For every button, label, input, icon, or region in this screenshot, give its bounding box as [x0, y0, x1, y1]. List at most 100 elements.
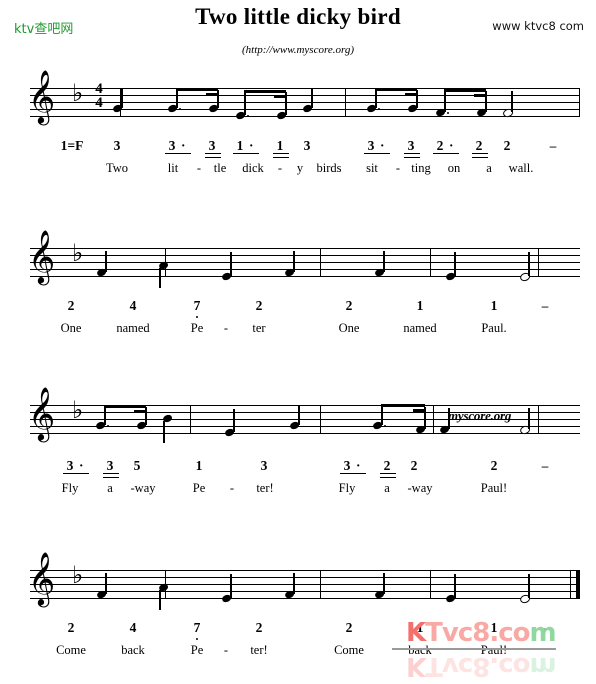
jianpu-low-octave-dot: [195, 316, 199, 319]
jianpu-augmentation-dot: ·: [249, 138, 254, 153]
treble-clef-icon: 𝄞: [28, 551, 56, 605]
beam: [474, 94, 486, 97]
jianpu-number: 2: [345, 620, 353, 635]
barline: [579, 88, 580, 117]
barline: [433, 405, 434, 434]
jianpu-number: 2: [345, 298, 353, 313]
lyric-syllable: One: [338, 321, 360, 335]
jianpu-beam-underline: [404, 153, 420, 155]
lyric-syllable: Fly: [61, 481, 79, 495]
lyric-row-1: Two lit - tle dick - y birds sit - ting on a wall.: [0, 161, 596, 181]
jianpu-augmentation-dot: ·: [356, 458, 361, 473]
ktvc8-watermark-part2: Tvc8.co: [425, 618, 530, 648]
jianpu-number: 2: [255, 298, 263, 313]
jianpu-number: 2: [490, 458, 498, 473]
lyric-syllable: named: [116, 321, 150, 335]
lyric-syllable: -: [229, 481, 235, 495]
jianpu-number: 2: [410, 458, 418, 473]
ktvc8-watermark-part1: K: [406, 618, 426, 648]
jianpu-number: 1=F: [60, 138, 84, 153]
jianpu-number: 3: [208, 138, 216, 153]
beam: [444, 89, 486, 93]
jianpu-beam-underline: [380, 473, 396, 475]
staff-3: 𝄞 ♭ myscore.org: [28, 390, 580, 443]
beam: [206, 93, 218, 96]
lyric-syllable: a: [107, 481, 113, 495]
jianpu-number: 1: [236, 138, 244, 153]
barline: [430, 570, 431, 599]
jianpu-beam-underline: [472, 157, 488, 159]
jianpu-number: 2: [436, 138, 444, 153]
treble-clef-icon: 𝄞: [28, 69, 56, 123]
jianpu-beam-underline: [63, 473, 89, 475]
jianpu-number: 7: [193, 620, 201, 635]
final-barline-thick: [576, 570, 580, 599]
time-signature: 44: [95, 81, 103, 111]
key-signature-flat-icon: ♭: [72, 79, 84, 107]
barline: [190, 405, 191, 434]
beam: [405, 93, 417, 96]
jianpu-beam-underline: [472, 153, 488, 155]
jianpu-beam-underline: [205, 153, 221, 155]
lyric-syllable: a: [486, 161, 492, 175]
key-signature-flat-icon: ♭: [72, 396, 84, 424]
jianpu-number: –: [541, 298, 549, 313]
barline: [345, 88, 346, 117]
jianpu-number: 3: [303, 138, 311, 153]
jianpu-number: 1: [490, 298, 498, 313]
jianpu-number: 4: [129, 620, 137, 635]
jianpu-number: 2: [503, 138, 511, 153]
lyric-syllable: birds: [316, 161, 342, 175]
lyric-syllable: Paul!: [480, 481, 508, 495]
jianpu-number: 3: [343, 458, 351, 473]
jianpu-number: 1: [276, 138, 284, 153]
jianpu-beam-underline: [340, 473, 366, 475]
lyric-syllable: Two: [105, 161, 129, 175]
lyric-syllable: -: [223, 643, 229, 657]
key-signature-flat-icon: ♭: [72, 561, 84, 589]
jianpu-number: 4: [129, 298, 137, 313]
jianpu-augmentation-dot: ·: [449, 138, 454, 153]
barline: [320, 248, 321, 277]
lyric-syllable: Pe: [190, 321, 204, 335]
barline: [320, 405, 321, 434]
barline: [320, 570, 321, 599]
jianpu-row-3: 3 · 3 5 1 3 3 · 2 2 2 –: [0, 458, 596, 480]
source-url-subtitle: (http://www.myscore.org): [241, 44, 355, 56]
lyric-row-2: One named Pe - ter One named Paul.: [0, 321, 596, 341]
ktvc8-watermark-reflection: KTvc8.com: [406, 651, 556, 681]
jianpu-row-1: 1=F 3 3 · 3 1 · 1 3 3 · 3 2 · 2 2 –: [0, 138, 596, 160]
lyric-syllable: dick: [242, 161, 264, 175]
lyric-syllable: ter!: [250, 643, 268, 657]
barline: [430, 248, 431, 277]
myscore-watermark: myscore.org: [448, 408, 512, 423]
jianpu-beam-underline: [273, 153, 289, 155]
jianpu-number: 7: [193, 298, 201, 313]
jianpu-number: 2: [255, 620, 263, 635]
lyric-syllable: Come: [334, 643, 364, 657]
lyric-syllable: ting: [411, 161, 431, 175]
lyric-syllable: ter: [252, 321, 266, 335]
sheet-music-page: ktv查吧网 Two little dicky bird www ktvc8 c…: [0, 0, 596, 684]
treble-clef-icon: 𝄞: [28, 229, 56, 283]
jianpu-augmentation-dot: ·: [380, 138, 385, 153]
beam: [274, 95, 286, 98]
jianpu-number: 1: [195, 458, 203, 473]
final-barline-thin: [570, 570, 571, 599]
jianpu-beam-underline: [433, 153, 459, 155]
jianpu-row-2: 2 4 7 2 2 1 1 –: [0, 298, 596, 320]
lyric-syllable: back: [121, 643, 145, 657]
staff-4: 𝄞 ♭: [28, 555, 580, 610]
lyric-syllable: on: [447, 161, 461, 175]
jianpu-number: 3: [66, 458, 74, 473]
ktvc8-reflection-part3: m: [529, 651, 556, 681]
jianpu-number: –: [549, 138, 557, 153]
lyric-syllable: wall.: [508, 161, 534, 175]
jianpu-augmentation-dot: ·: [181, 138, 186, 153]
ktvc8-watermark: KTvc8.com: [406, 618, 557, 648]
lyric-syllable: -: [196, 161, 202, 175]
lyric-syllable: -: [395, 161, 401, 175]
jianpu-beam-underline: [233, 153, 259, 155]
jianpu-number: 3: [168, 138, 176, 153]
ktvc8-watermark-part3: m: [529, 618, 557, 648]
